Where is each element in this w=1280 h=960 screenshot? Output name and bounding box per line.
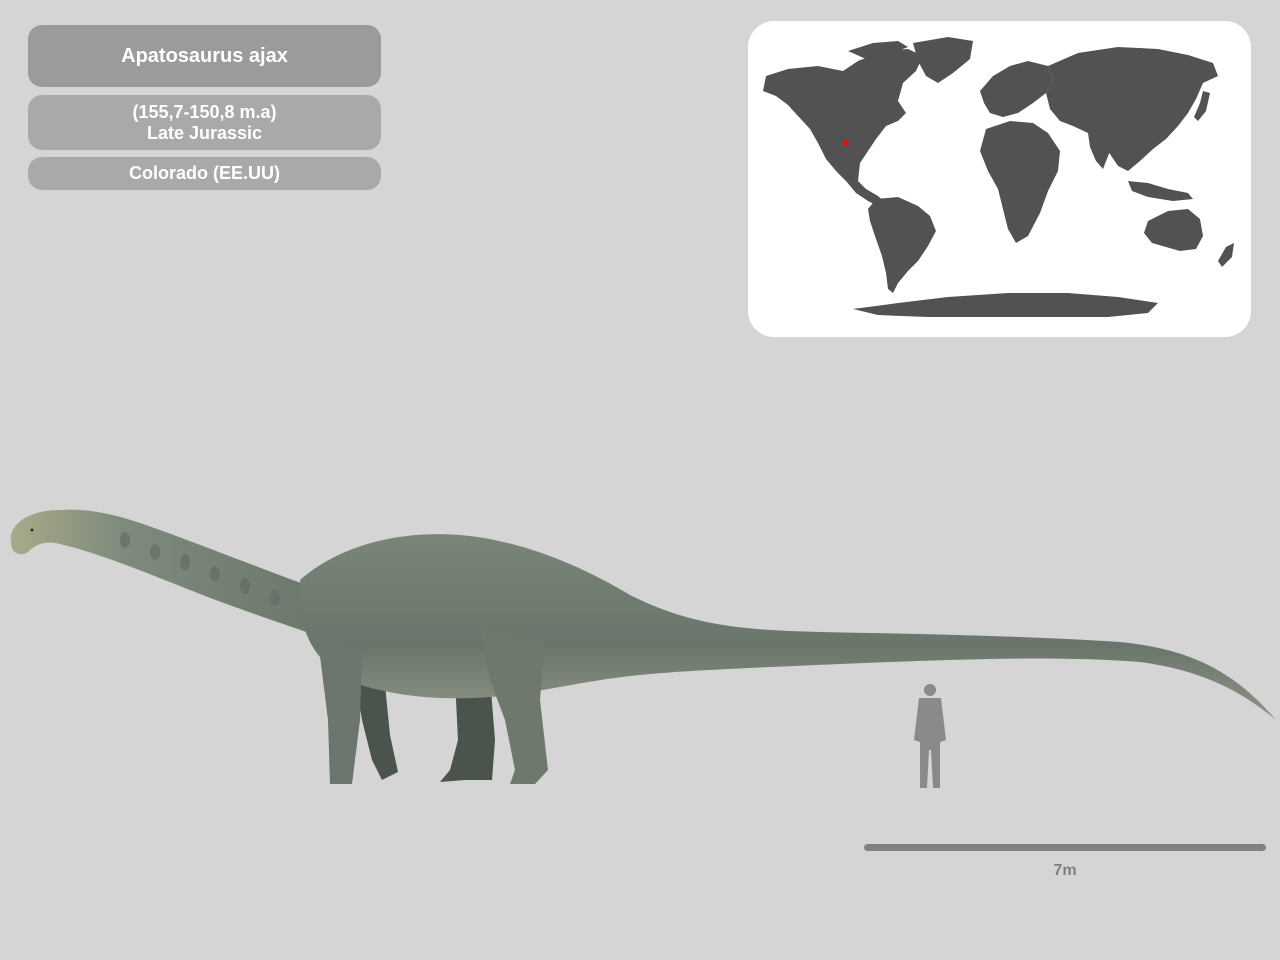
far-foreleg — [355, 680, 398, 780]
scale-label: 7m — [1053, 862, 1077, 879]
size-comparison-scene — [10, 509, 1276, 851]
near-foreleg — [318, 640, 362, 784]
human-scale-silhouette — [914, 684, 946, 788]
body-and-tail — [300, 534, 1276, 720]
eye — [30, 528, 34, 532]
scale-bar — [864, 844, 1266, 851]
apatosaurus-silhouette — [10, 509, 1276, 784]
neck-and-head — [10, 509, 331, 640]
